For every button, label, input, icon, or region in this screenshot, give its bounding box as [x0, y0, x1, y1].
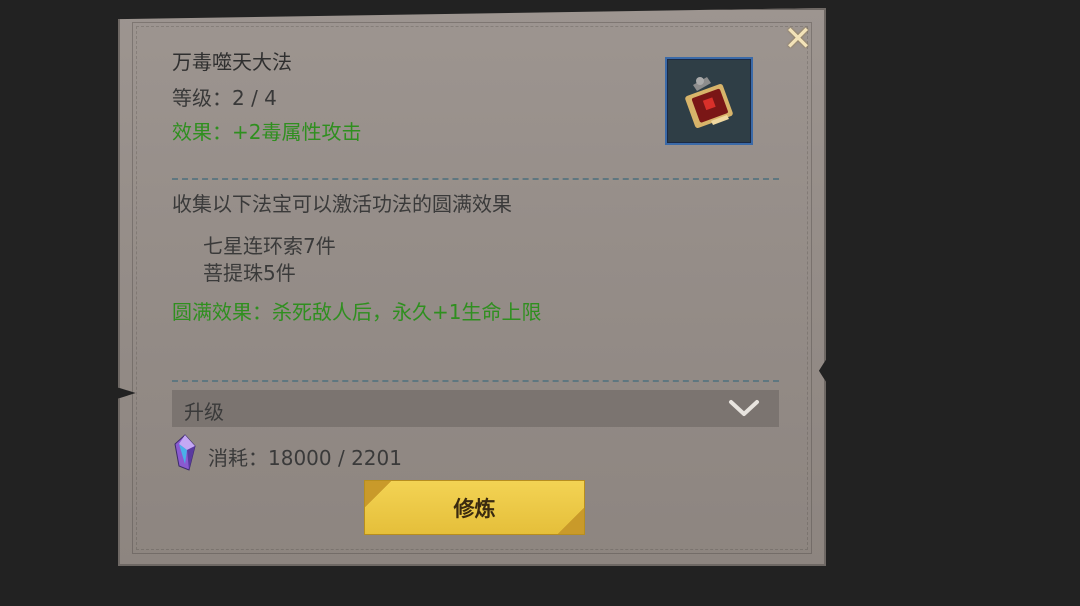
close-button[interactable]: ✕: [781, 22, 815, 56]
skill-item-slot[interactable]: [665, 57, 753, 145]
spirit-gem-icon: [173, 434, 197, 476]
section-divider: [172, 380, 779, 382]
skill-effect: 效果：+2毒属性攻击: [172, 120, 362, 144]
chevron-down-icon: [729, 400, 759, 416]
skill-level: 等级：2 / 4: [172, 86, 277, 110]
required-item: 菩提珠5件: [203, 261, 296, 285]
close-icon: ✕: [783, 19, 813, 59]
upgrade-cost: 消耗：18000 / 2201: [208, 446, 402, 470]
cultivate-button[interactable]: 修炼: [364, 480, 585, 535]
poison-scroll-icon: [685, 77, 733, 128]
skill-title: 万毒噬天大法: [172, 50, 292, 74]
upgrade-label: 升级: [184, 400, 224, 424]
upgrade-dropdown[interactable]: 升级: [172, 390, 779, 427]
cultivate-button-label: 修炼: [453, 496, 496, 521]
collection-description: 收集以下法宝可以激活功法的圆满效果: [172, 192, 512, 216]
full-effect: 圆满效果：杀死敌人后，永久+1生命上限: [172, 300, 542, 324]
required-item: 七星连环索7件: [203, 234, 336, 258]
section-divider: [172, 178, 779, 180]
